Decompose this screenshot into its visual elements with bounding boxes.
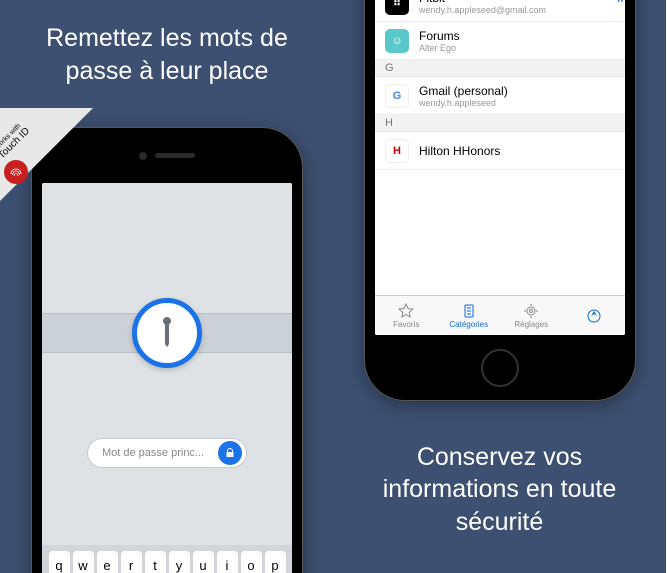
hilton-icon: H bbox=[385, 139, 409, 163]
categories-icon bbox=[461, 303, 477, 319]
tab-bar: Favoris Catégories Réglages bbox=[375, 295, 625, 335]
home-button[interactable] bbox=[481, 349, 519, 387]
tab-categories-label: Catégories bbox=[449, 320, 488, 329]
tab-favoris[interactable]: Favoris bbox=[375, 296, 438, 335]
forums-icon: ☺ bbox=[385, 29, 409, 53]
lock-screen: Mot de passe princ... qwertyuiop asdfghj… bbox=[42, 183, 292, 573]
phone-top-bar bbox=[32, 128, 302, 183]
section-header-H: H bbox=[375, 115, 625, 132]
tab-sync[interactable] bbox=[563, 296, 626, 335]
star-icon bbox=[398, 303, 414, 319]
sync-icon bbox=[586, 308, 602, 324]
item-subtitle: wendy.h.appleseed bbox=[419, 98, 615, 108]
index-W[interactable]: W bbox=[616, 0, 624, 4]
item-title: Gmail (personal) bbox=[419, 84, 615, 98]
tab-reglages-label: Réglages bbox=[514, 320, 548, 329]
list-item[interactable]: H Hilton HHonors bbox=[375, 132, 625, 170]
key-q[interactable]: q bbox=[49, 551, 70, 573]
key-p[interactable]: p bbox=[265, 551, 286, 573]
camera-dot bbox=[139, 152, 147, 160]
headline-left: Remettez les mots de passe à leur place bbox=[0, 22, 334, 87]
touchid-label: Touch ID bbox=[0, 126, 32, 162]
keyhole-icon bbox=[156, 314, 178, 352]
phone-screen-right: ABCDEFGHIKMPSTUW ewendy.appleseedEtsyEts… bbox=[375, 0, 625, 335]
phone-mockup-right: ABCDEFGHIKMPSTUW ewendy.appleseedEtsyEts… bbox=[365, 0, 635, 400]
key-w[interactable]: w bbox=[73, 551, 94, 573]
key-o[interactable]: o bbox=[241, 551, 262, 573]
promo-panel-right: ABCDEFGHIKMPSTUW ewendy.appleseedEtsyEts… bbox=[333, 0, 666, 573]
key-t[interactable]: t bbox=[145, 551, 166, 573]
key-r[interactable]: r bbox=[121, 551, 142, 573]
section-header-G: G bbox=[375, 60, 625, 77]
vault-list-screen: ABCDEFGHIKMPSTUW ewendy.appleseedEtsyEts… bbox=[375, 0, 625, 335]
headline-right: Conservez vos informations en toute sécu… bbox=[333, 441, 666, 539]
key-i[interactable]: i bbox=[217, 551, 238, 573]
phone-bottom bbox=[365, 335, 635, 400]
gear-icon bbox=[523, 303, 539, 319]
items-scroll[interactable]: ABCDEFGHIKMPSTUW ewendy.appleseedEtsyEts… bbox=[375, 0, 625, 295]
key-u[interactable]: u bbox=[193, 551, 214, 573]
item-subtitle: Alter Ego bbox=[419, 43, 615, 53]
gmail-icon: G bbox=[385, 84, 409, 108]
phone-screen-left: Mot de passe princ... qwertyuiop asdfghj… bbox=[42, 183, 292, 573]
tab-favoris-label: Favoris bbox=[393, 320, 419, 329]
item-title: Forums bbox=[419, 29, 615, 43]
password-placeholder: Mot de passe princ... bbox=[102, 447, 204, 459]
app-logo-circle bbox=[132, 298, 202, 368]
key-y[interactable]: y bbox=[169, 551, 190, 573]
unlock-button[interactable] bbox=[218, 441, 242, 465]
item-title: Hilton HHonors bbox=[419, 144, 615, 158]
fingerprint-icon bbox=[4, 160, 28, 184]
list-item[interactable]: G Gmail (personal)wendy.h.appleseed bbox=[375, 77, 625, 115]
fitbit-icon: ⠿ bbox=[385, 0, 409, 15]
alphabet-index[interactable]: ABCDEFGHIKMPSTUW bbox=[616, 0, 624, 4]
item-subtitle: wendy.h.appleseed@gmail.com bbox=[419, 5, 615, 15]
list-item[interactable]: ☺ ForumsAlter Ego bbox=[375, 22, 625, 60]
tab-categories[interactable]: Catégories bbox=[438, 296, 501, 335]
touchid-works-with: Works with bbox=[0, 121, 24, 154]
phone-mockup-left: Mot de passe princ... qwertyuiop asdfghj… bbox=[32, 128, 302, 573]
keyboard: qwertyuiop asdfghjkl bbox=[42, 545, 292, 573]
master-password-field[interactable]: Mot de passe princ... bbox=[87, 438, 247, 468]
list-item[interactable]: ⠿Fitbitwendy.h.appleseed@gmail.com bbox=[375, 0, 625, 22]
promo-panel-left: Remettez les mots de passe à leur place … bbox=[0, 0, 334, 573]
speaker-slot bbox=[155, 153, 195, 158]
tab-reglages[interactable]: Réglages bbox=[500, 296, 563, 335]
key-e[interactable]: e bbox=[97, 551, 118, 573]
